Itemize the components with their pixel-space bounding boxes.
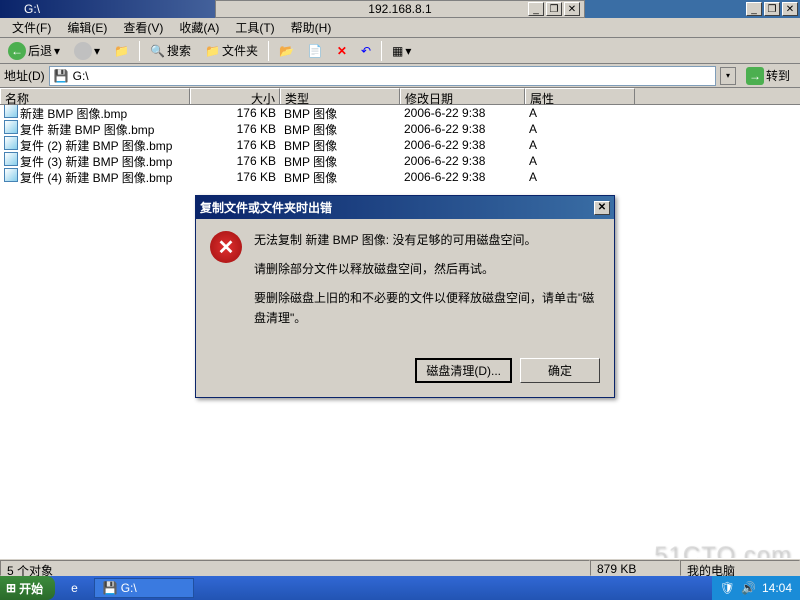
file-row[interactable]: 复件 (4) 新建 BMP 图像.bmp176 KBBMP 图像2006-6-2… <box>0 169 800 185</box>
column-type[interactable]: 类型 <box>280 88 400 104</box>
menu-view[interactable]: 查看(V) <box>115 17 171 38</box>
bmp-file-icon <box>4 168 18 182</box>
move-to-button[interactable]: 📂 <box>275 42 298 60</box>
menu-favorites[interactable]: 收藏(A) <box>171 17 227 38</box>
error-icon: ✕ <box>210 231 242 263</box>
folders-icon: 📁 <box>205 44 220 58</box>
toolbar: ← 后退 ▾ ▾ 📁 🔍 搜索 📁 文件夹 📂 📄 ✕ ↶ ▦ ▾ <box>0 38 800 64</box>
column-attr[interactable]: 属性 <box>525 88 635 104</box>
separator <box>268 41 269 61</box>
go-arrow-icon: → <box>746 67 764 85</box>
inner-window-controls: _ ❐ ✕ <box>528 2 580 16</box>
views-button[interactable]: ▦ ▾ <box>388 42 415 60</box>
file-row[interactable]: 复件 (2) 新建 BMP 图像.bmp176 KBBMP 图像2006-6-2… <box>0 137 800 153</box>
taskbar-item-explorer[interactable]: 💾 G:\ <box>94 578 194 598</box>
dialog-body: ✕ 无法复制 新建 BMP 图像: 没有足够的可用磁盘空间。 请删除部分文件以释… <box>196 219 614 350</box>
dialog-buttons: 磁盘清理(D)... 确定 <box>196 350 614 397</box>
minimize-icon[interactable]: _ <box>528 2 544 16</box>
tray-icon[interactable]: 🔊 <box>741 581 756 595</box>
close-icon[interactable]: ✕ <box>782 2 798 16</box>
address-dropdown[interactable]: ▾ <box>720 67 736 85</box>
delete-button[interactable]: ✕ <box>333 42 351 60</box>
outer-window-controls: _ ❐ ✕ <box>746 2 798 16</box>
move-icon: 📂 <box>279 44 294 58</box>
error-dialog: 复制文件或文件夹时出错 ✕ ✕ 无法复制 新建 BMP 图像: 没有足够的可用磁… <box>195 195 615 398</box>
dialog-title: 复制文件或文件夹时出错 <box>200 199 332 216</box>
bmp-file-icon <box>4 120 18 134</box>
bmp-file-icon <box>4 136 18 150</box>
quick-launch-ie[interactable]: e <box>63 578 86 598</box>
ok-button[interactable]: 确定 <box>520 358 600 383</box>
menu-help[interactable]: 帮助(H) <box>283 17 340 38</box>
menu-file[interactable]: 文件(F) <box>4 17 59 38</box>
address-input[interactable]: 💾 G:\ <box>49 66 716 86</box>
menubar: 文件(F) 编辑(E) 查看(V) 收藏(A) 工具(T) 帮助(H) <box>0 18 800 38</box>
start-button[interactable]: ⊞ 开始 <box>0 576 55 600</box>
views-icon: ▦ <box>392 44 403 58</box>
close-icon[interactable]: ✕ <box>564 2 580 16</box>
copy-to-button[interactable]: 📄 <box>304 42 327 60</box>
column-size[interactable]: 大小 <box>190 88 280 104</box>
dialog-close-button[interactable]: ✕ <box>594 201 610 215</box>
folder-up-icon: 📁 <box>114 44 129 58</box>
search-button[interactable]: 🔍 搜索 <box>146 40 195 61</box>
separator <box>139 41 140 61</box>
chevron-down-icon: ▾ <box>405 44 411 58</box>
drive-icon: 💾 <box>54 69 69 83</box>
drive-icon: 💾 <box>103 581 118 595</box>
address-path: G:\ <box>73 69 89 83</box>
up-button[interactable]: 📁 <box>110 42 133 60</box>
column-name[interactable]: 名称 <box>0 88 190 104</box>
minimize-icon[interactable]: _ <box>746 2 762 16</box>
dialog-text: 无法复制 新建 BMP 图像: 没有足够的可用磁盘空间。 请删除部分文件以释放磁… <box>254 231 600 338</box>
dialog-line2: 请删除部分文件以释放磁盘空间，然后再试。 <box>254 260 600 279</box>
back-button[interactable]: ← 后退 ▾ <box>4 40 64 62</box>
menu-tools[interactable]: 工具(T) <box>227 17 282 38</box>
taskbar: ⊞ 开始 e 💾 G:\ 🛡 🔊 14:04 <box>0 576 800 600</box>
file-row[interactable]: 复件 (3) 新建 BMP 图像.bmp176 KBBMP 图像2006-6-2… <box>0 153 800 169</box>
system-tray[interactable]: 🛡 🔊 14:04 <box>712 576 800 600</box>
dialog-titlebar[interactable]: 复制文件或文件夹时出错 ✕ <box>196 196 614 219</box>
address-label: 地址(D) <box>4 67 45 84</box>
undo-button[interactable]: ↶ <box>357 42 375 60</box>
copy-icon: 📄 <box>308 44 323 58</box>
column-headers: 名称 大小 类型 修改日期 属性 <box>0 88 800 105</box>
remote-ip: 192.168.8.1 <box>368 2 431 16</box>
column-date[interactable]: 修改日期 <box>400 88 525 104</box>
windows-logo-icon: ⊞ <box>6 581 16 595</box>
clock[interactable]: 14:04 <box>762 581 792 595</box>
addressbar: 地址(D) 💾 G:\ ▾ → 转到 <box>0 64 800 88</box>
ie-icon: e <box>71 581 78 595</box>
disk-cleanup-button[interactable]: 磁盘清理(D)... <box>415 358 512 383</box>
bmp-file-icon <box>4 152 18 166</box>
file-row[interactable]: 复件 新建 BMP 图像.bmp176 KBBMP 图像2006-6-22 9:… <box>0 121 800 137</box>
forward-icon <box>74 42 92 60</box>
status-objects: 5 个对象 <box>0 560 590 576</box>
back-icon: ← <box>8 42 26 60</box>
restore-icon[interactable]: ❐ <box>546 2 562 16</box>
restore-icon[interactable]: ❐ <box>764 2 780 16</box>
search-icon: 🔍 <box>150 44 165 58</box>
dialog-line1: 无法复制 新建 BMP 图像: 没有足够的可用磁盘空间。 <box>254 231 600 250</box>
delete-icon: ✕ <box>337 44 347 58</box>
dialog-line3: 要删除磁盘上旧的和不必要的文件以便释放磁盘空间，请单击"磁盘清理"。 <box>254 289 600 327</box>
separator <box>381 41 382 61</box>
chevron-down-icon: ▾ <box>54 44 60 58</box>
undo-icon: ↶ <box>361 44 371 58</box>
status-size: 879 KB <box>590 560 680 576</box>
statusbar: 5 个对象 879 KB 我的电脑 <box>0 558 800 576</box>
forward-button[interactable]: ▾ <box>70 40 104 62</box>
go-button[interactable]: → 转到 <box>740 65 796 87</box>
file-row[interactable]: 新建 BMP 图像.bmp176 KBBMP 图像2006-6-22 9:38A <box>0 105 800 121</box>
chevron-down-icon: ▾ <box>94 44 100 58</box>
menu-edit[interactable]: 编辑(E) <box>59 17 115 38</box>
tray-icon[interactable]: 🛡 <box>720 581 735 595</box>
bmp-file-icon <box>4 105 18 118</box>
status-location: 我的电脑 <box>680 560 800 576</box>
folders-button[interactable]: 📁 文件夹 <box>201 40 262 61</box>
